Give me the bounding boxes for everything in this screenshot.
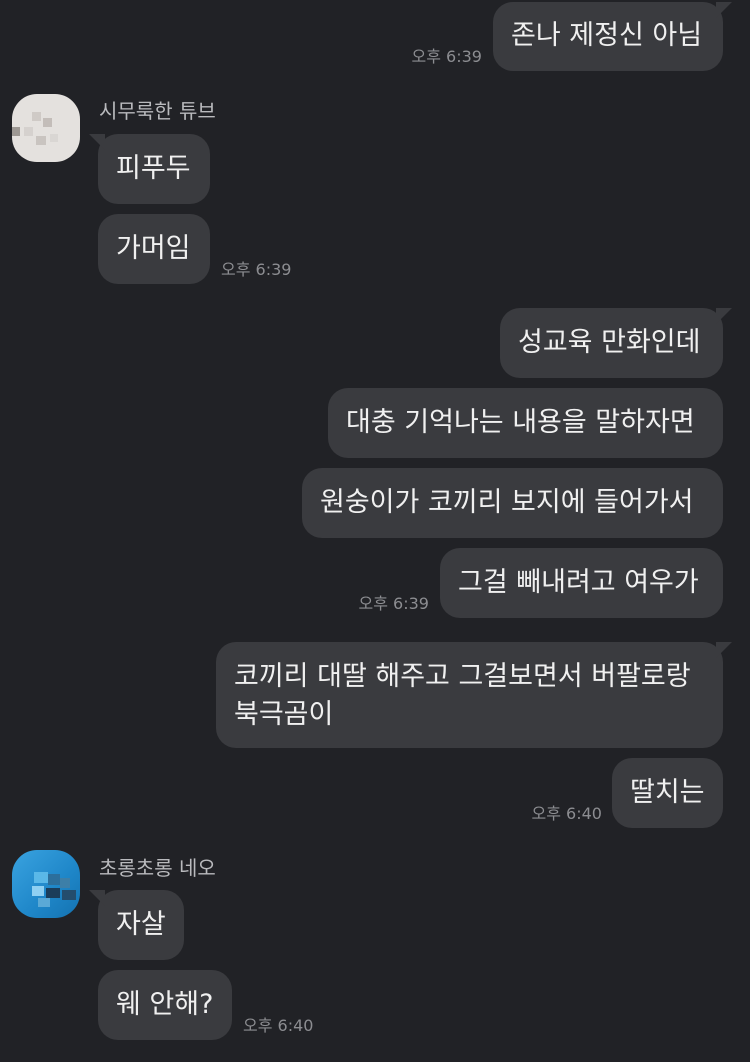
message-text: 자살 xyxy=(116,909,166,940)
outgoing-message-bubble[interactable]: 그걸 빼내려고 여우가 xyxy=(440,548,723,618)
message-text: 존나 제정신 아님 xyxy=(511,20,703,51)
message-timestamp: 오후 6:40 xyxy=(531,804,602,823)
outgoing-message-bubble[interactable]: 존나 제정신 아님 xyxy=(493,2,732,71)
message-timestamp: 오후 6:40 xyxy=(243,1016,314,1035)
sender-name: 초롱초롱 네오 xyxy=(99,856,216,880)
message-text: 피푸두 xyxy=(116,153,191,184)
message-text: 대충 기억나는 내용을 말하자면 xyxy=(346,407,695,438)
sender-avatar[interactable] xyxy=(12,94,80,162)
message-text: 그걸 빼내려고 여우가 xyxy=(458,567,699,598)
message-text-line: 코끼리 대딸 해주고 그걸보면서 버팔로랑 xyxy=(234,661,691,692)
message-timestamp: 오후 6:39 xyxy=(221,260,292,279)
message-text: 웨 안해? xyxy=(116,989,214,1020)
outgoing-message-bubble[interactable]: 원숭이가 코끼리 보지에 들어가서 xyxy=(302,468,723,538)
incoming-message-bubble[interactable]: 웨 안해? xyxy=(98,970,232,1040)
message-text: 가머임 xyxy=(116,233,191,264)
sender-name: 시무룩한 튜브 xyxy=(99,99,216,123)
outgoing-message-bubble[interactable]: 딸치는 xyxy=(612,758,723,828)
sender-avatar[interactable] xyxy=(12,850,80,918)
message-timestamp: 오후 6:39 xyxy=(358,594,429,613)
message-text: 딸치는 xyxy=(630,777,705,808)
message-text: 원숭이가 코끼리 보지에 들어가서 xyxy=(320,487,694,518)
incoming-message-bubble[interactable]: 피푸두 xyxy=(89,134,210,204)
message-timestamp: 오후 6:39 xyxy=(411,47,482,66)
message-text: 성교육 만화인데 xyxy=(518,327,701,358)
outgoing-message-bubble[interactable]: 대충 기억나는 내용을 말하자면 xyxy=(328,388,723,458)
incoming-message-bubble[interactable]: 자살 xyxy=(89,890,184,960)
message-text-line: 북극곰이 xyxy=(234,699,334,730)
incoming-message-bubble[interactable]: 가머임 xyxy=(98,214,210,284)
outgoing-message-bubble[interactable]: 코끼리 대딸 해주고 그걸보면서 버팔로랑 북극곰이 xyxy=(216,642,732,748)
outgoing-message-bubble[interactable]: 성교육 만화인데 xyxy=(500,308,732,378)
